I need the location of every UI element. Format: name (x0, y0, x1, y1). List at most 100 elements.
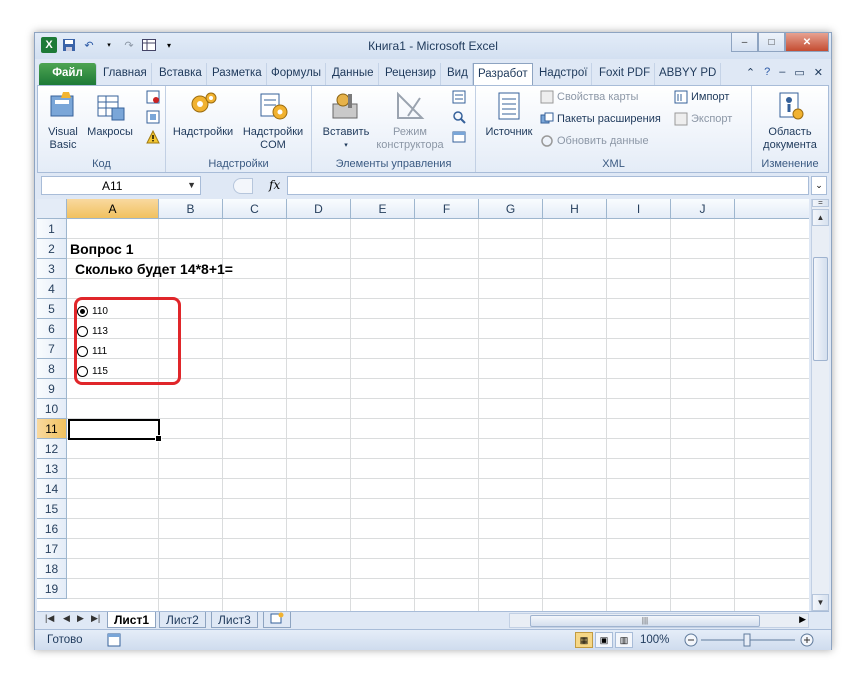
row-header-10[interactable]: 10 (37, 399, 67, 419)
page-layout-view-button[interactable]: ▣ (595, 632, 613, 648)
column-header-j[interactable]: J (671, 199, 735, 219)
com-addins-button[interactable]: Надстройки COM (238, 90, 308, 152)
insert-control-button[interactable]: Вставить ▾ (318, 90, 374, 152)
row-header-15[interactable]: 15 (37, 499, 67, 519)
row-header-17[interactable]: 17 (37, 539, 67, 559)
tab-data[interactable]: Данные (328, 63, 379, 85)
prev-sheet-icon[interactable]: ◀ (63, 613, 70, 624)
import-button[interactable]: Импорт (674, 90, 729, 104)
tab-addins[interactable]: Надстрої (535, 63, 593, 85)
zoom-slider[interactable] (683, 632, 815, 648)
cell-a2[interactable]: Вопрос 1 (70, 241, 134, 257)
scroll-up-button[interactable]: ▲ (812, 209, 829, 226)
row-header-14[interactable]: 14 (37, 479, 67, 499)
macros-button[interactable]: Макросы (84, 90, 136, 139)
refresh-data-button[interactable]: Обновить данные (540, 134, 649, 148)
zoom-level[interactable]: 100% (640, 634, 669, 646)
insert-function-button[interactable]: fx (269, 178, 280, 192)
insert-sheet-button[interactable] (263, 612, 291, 628)
window-minimize-icon[interactable]: – (779, 66, 785, 79)
horizontal-scroll-thumb[interactable]: ||| (530, 615, 760, 627)
row-header-16[interactable]: 16 (37, 519, 67, 539)
restore-button[interactable]: □ (758, 33, 785, 52)
vertical-scrollbar[interactable]: = ▲ ▼ (811, 199, 829, 611)
vertical-scroll-thumb[interactable] (813, 257, 828, 361)
row-header-8[interactable]: 8 (37, 359, 67, 379)
normal-view-button[interactable]: ▦ (575, 632, 593, 648)
column-header-i[interactable]: I (607, 199, 671, 219)
sheet-tab-1[interactable]: Лист1 (107, 612, 157, 628)
row-header-19[interactable]: 19 (37, 579, 67, 599)
addins-button[interactable]: Надстройки (170, 90, 236, 139)
formula-input[interactable] (287, 176, 809, 195)
split-box-icon[interactable]: = (812, 199, 829, 207)
formula-divider[interactable] (233, 178, 253, 194)
row-header-5[interactable]: 5 (37, 299, 67, 319)
column-header-h[interactable]: H (543, 199, 607, 219)
tab-developer[interactable]: Разработ (473, 63, 533, 85)
tab-foxit-pdf[interactable]: Foxit PDF (595, 63, 656, 85)
column-header-f[interactable]: F (415, 199, 479, 219)
scroll-right-icon[interactable]: ▶ (799, 614, 806, 625)
sheet-tab-2[interactable]: Лист2 (159, 612, 206, 628)
page-break-view-button[interactable]: ▥ (615, 632, 633, 648)
minimize-button[interactable]: – (731, 33, 758, 52)
expand-formula-bar-icon[interactable]: ⌄ (811, 176, 827, 195)
tab-view[interactable]: Вид (443, 63, 473, 85)
design-mode-button[interactable]: Режим конструктора (376, 90, 444, 152)
export-button[interactable]: Экспорт (674, 112, 732, 126)
row-header-11[interactable]: 11 (37, 419, 67, 439)
active-cell-a11[interactable] (68, 419, 162, 442)
name-box[interactable]: A11 ▼ (41, 176, 201, 195)
row-header-1[interactable]: 1 (37, 219, 67, 239)
expansion-packs-button[interactable]: Пакеты расширения (540, 112, 661, 126)
row-header-6[interactable]: 6 (37, 319, 67, 339)
window-close-icon[interactable]: ✕ (814, 66, 823, 79)
row-header-4[interactable]: 4 (37, 279, 67, 299)
row-header-7[interactable]: 7 (37, 339, 67, 359)
source-button[interactable]: Источник (480, 90, 538, 139)
column-header-k[interactable] (735, 199, 809, 219)
record-macro-button[interactable] (146, 90, 160, 104)
row-header-12[interactable]: 12 (37, 439, 67, 459)
column-header-a[interactable]: A (67, 199, 159, 219)
tab-page-layout[interactable]: Разметка (208, 63, 267, 85)
tab-insert[interactable]: Вставка (155, 63, 207, 85)
row-header-9[interactable]: 9 (37, 379, 67, 399)
relative-refs-button[interactable] (146, 110, 160, 124)
cell-a3[interactable]: Сколько будет 14*8+1= (75, 261, 233, 277)
visual-basic-button[interactable]: Visual Basic (44, 90, 82, 152)
row-header-2[interactable]: 2 (37, 239, 67, 259)
next-sheet-icon[interactable]: ▶ (77, 613, 84, 624)
help-icon[interactable]: ? (764, 66, 770, 79)
tab-abbyy[interactable]: ABBYY PD (655, 63, 722, 85)
worksheet-grid[interactable]: A B C D E F G H I J 1 2 3 4 5 6 7 8 9 10… (37, 199, 809, 611)
view-code-button[interactable] (452, 110, 466, 124)
first-sheet-icon[interactable]: |◀ (45, 613, 54, 624)
map-properties-button[interactable]: Свойства карты (540, 90, 638, 104)
macro-record-status-icon[interactable] (107, 633, 121, 647)
tab-file[interactable]: Файл (39, 63, 97, 85)
column-header-b[interactable]: B (159, 199, 223, 219)
column-header-d[interactable]: D (287, 199, 351, 219)
document-panel-button[interactable]: Область документа (754, 90, 826, 152)
horizontal-scrollbar[interactable]: ||| ▶ (509, 613, 809, 628)
macro-security-button[interactable] (146, 130, 160, 144)
tab-home[interactable]: Главная (99, 63, 152, 85)
last-sheet-icon[interactable]: ▶| (91, 613, 100, 624)
tab-review[interactable]: Рецензир (381, 63, 441, 85)
row-header-18[interactable]: 18 (37, 559, 67, 579)
properties-button[interactable] (452, 90, 466, 104)
run-dialog-button[interactable] (452, 130, 466, 144)
window-restore-icon[interactable]: ▭ (794, 66, 804, 79)
column-header-e[interactable]: E (351, 199, 415, 219)
column-header-c[interactable]: C (223, 199, 287, 219)
scroll-down-button[interactable]: ▼ (812, 594, 829, 611)
close-button[interactable]: ✕ (785, 33, 829, 52)
tab-formulas[interactable]: Формулы (267, 63, 327, 85)
column-header-g[interactable]: G (479, 199, 543, 219)
select-all-corner[interactable] (37, 199, 67, 219)
row-header-13[interactable]: 13 (37, 459, 67, 479)
sheet-tab-3[interactable]: Лист3 (211, 612, 258, 628)
row-header-3[interactable]: 3 (37, 259, 67, 279)
